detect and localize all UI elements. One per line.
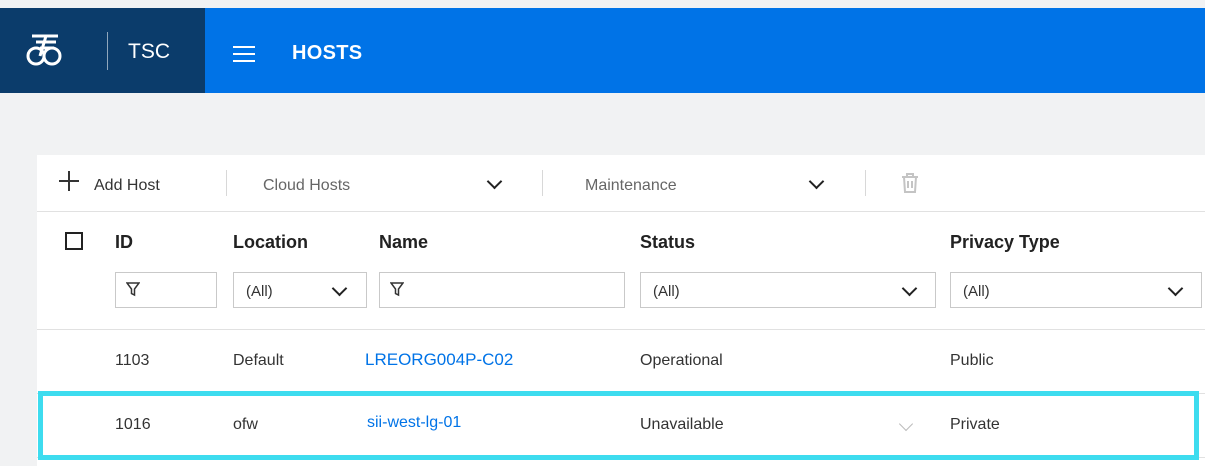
cloud-hosts-dropdown[interactable]: Cloud Hosts: [263, 169, 503, 199]
name-filter-input[interactable]: [379, 272, 625, 308]
cell-status[interactable]: Unavailable: [640, 416, 724, 434]
host-name-link[interactable]: sii-west-lg-01: [367, 414, 461, 432]
trash-icon[interactable]: [900, 172, 920, 194]
column-header-location[interactable]: Location: [233, 232, 308, 253]
cell-location: Default: [233, 352, 284, 369]
cell-privacy-type: Public: [950, 352, 994, 369]
location-filter-value: (All): [246, 283, 273, 300]
column-header-id[interactable]: ID: [115, 232, 133, 253]
maintenance-dropdown[interactable]: Maintenance: [585, 169, 830, 199]
toolbar-divider: [542, 170, 543, 196]
chevron-down-icon: [901, 280, 918, 297]
id-filter-input[interactable]: [115, 272, 217, 308]
hosts-panel: Add Host Cloud Hosts Maintenance ID Loca…: [37, 155, 1205, 466]
page-title: HOSTS: [292, 42, 363, 64]
maintenance-label: Maintenance: [585, 177, 677, 194]
logo-divider: [107, 32, 108, 70]
toolbar-divider: [865, 170, 866, 196]
host-name-link[interactable]: LREORG004P-C02: [365, 350, 513, 370]
cloud-hosts-label: Cloud Hosts: [263, 177, 351, 194]
funnel-icon: [126, 282, 140, 297]
cell-privacy-type: Private: [950, 416, 1000, 433]
plus-icon: [59, 171, 79, 191]
privacy-type-filter-value: (All): [963, 283, 990, 300]
column-header-status[interactable]: Status: [640, 232, 695, 253]
table-row[interactable]: 1016 ofw sii-west-lg-01 Unavailable Priv…: [37, 394, 1205, 458]
brand-logo-icon[interactable]: [26, 32, 62, 68]
app-name[interactable]: TSC: [128, 40, 170, 64]
chevron-down-icon: [808, 173, 825, 190]
hamburger-menu-icon[interactable]: [233, 46, 255, 62]
add-host-label: Add Host: [94, 177, 160, 194]
cell-location: ofw: [233, 416, 258, 433]
toolbar: Add Host Cloud Hosts Maintenance: [37, 155, 1205, 212]
select-all-checkbox[interactable]: [65, 232, 83, 250]
cell-status: Operational: [640, 352, 723, 369]
table-header: ID Location Name Status Privacy Type: [37, 211, 1205, 330]
column-header-privacy-type[interactable]: Privacy Type: [950, 232, 1060, 253]
top-navigation-bar: TSC HOSTS: [0, 8, 1205, 93]
location-filter-select[interactable]: (All): [233, 272, 367, 308]
chevron-down-icon: [486, 173, 503, 190]
column-header-name[interactable]: Name: [379, 232, 428, 253]
status-filter-value: (All): [653, 283, 680, 300]
table-row[interactable]: 1103 Default LREORG004P-C02 Operational …: [37, 330, 1205, 394]
status-filter-select[interactable]: (All): [640, 272, 936, 308]
cell-id: 1103: [115, 352, 150, 369]
chevron-down-icon: [1167, 280, 1184, 297]
cell-id: 1016: [115, 416, 151, 433]
chevron-down-icon: [331, 280, 348, 297]
chevron-down-icon[interactable]: [898, 416, 914, 432]
funnel-icon: [390, 282, 404, 297]
logo-block: TSC: [0, 8, 205, 93]
toolbar-divider: [226, 170, 227, 196]
privacy-type-filter-select[interactable]: (All): [950, 272, 1202, 308]
